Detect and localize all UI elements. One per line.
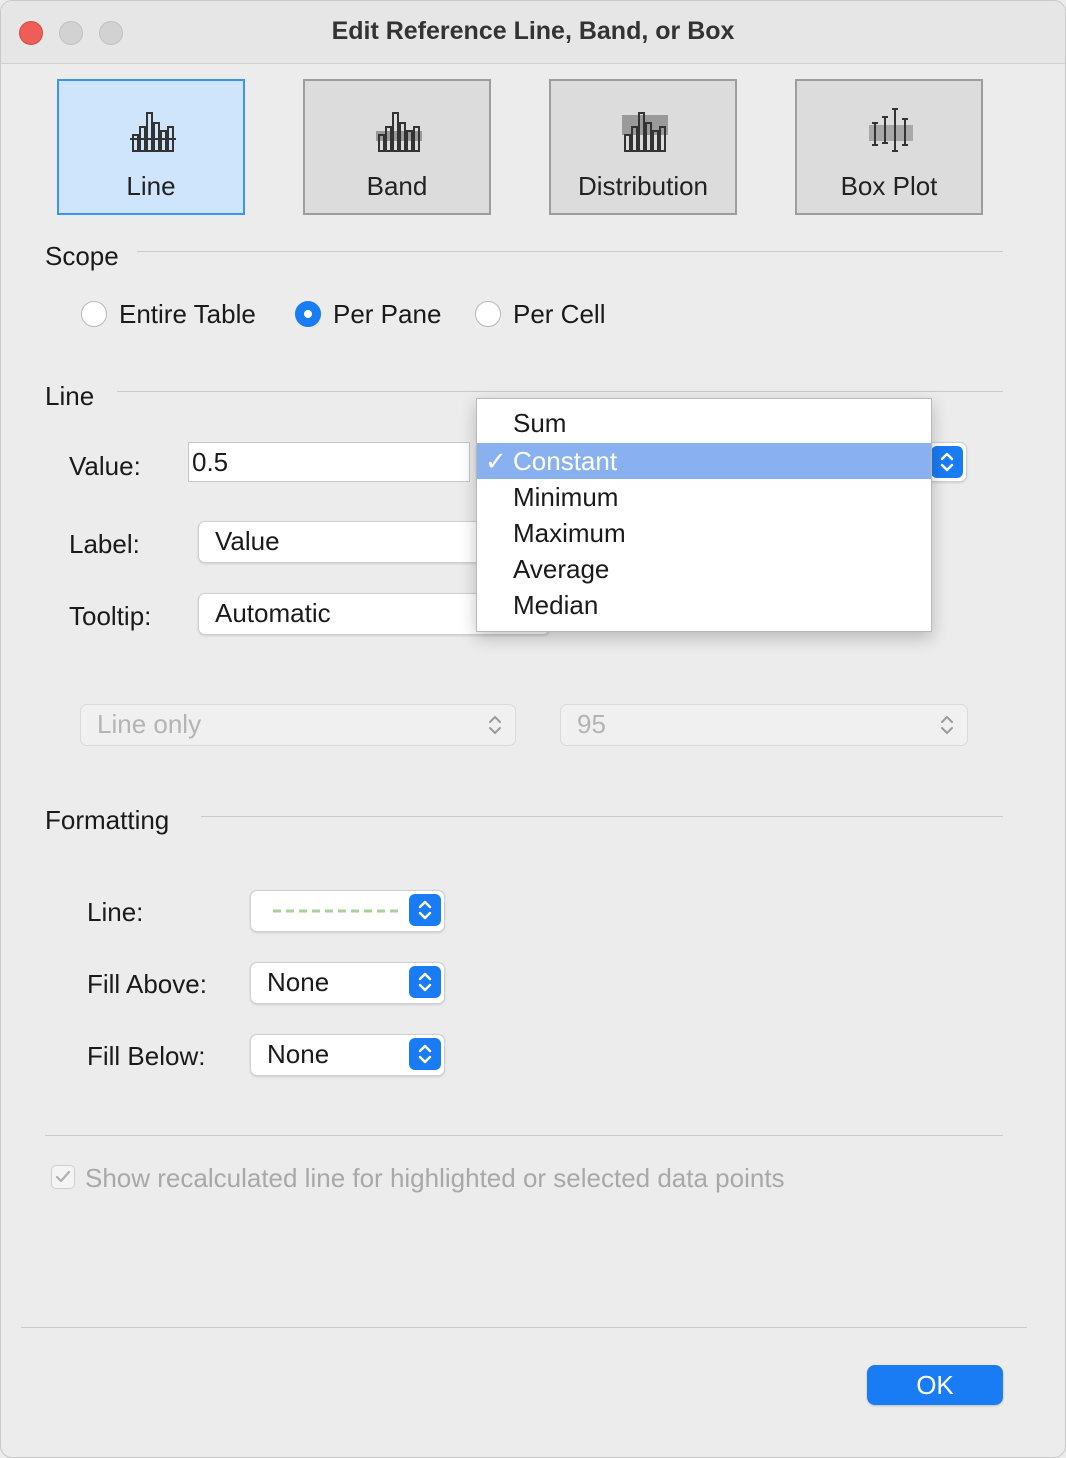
box-plot-icon (869, 108, 913, 152)
fill-above-value: None (267, 967, 330, 997)
type-boxplot-button[interactable]: Box Plot (795, 79, 983, 215)
formatting-divider (201, 816, 1003, 817)
menu-item-constant-label: Constant (513, 446, 618, 476)
type-line-button[interactable]: Line (57, 79, 245, 215)
footer-divider (21, 1327, 1027, 1328)
type-line-label: Line (126, 171, 176, 201)
fill-below-stepper[interactable] (409, 1038, 441, 1070)
chevron-updown-icon (418, 900, 432, 920)
type-distribution-button[interactable]: Distribution (549, 79, 737, 215)
scope-per-pane-label: Per Pane (333, 299, 442, 329)
type-band-button[interactable]: Band (303, 79, 491, 215)
chevron-updown-icon (940, 452, 954, 472)
confidence-level-value: 95 (577, 709, 606, 739)
fill-below-popup[interactable]: None (250, 1034, 445, 1076)
line-divider (117, 391, 1003, 392)
scope-heading: Scope (45, 241, 119, 271)
distribution-chart-icon (622, 112, 668, 152)
fill-below-value: None (267, 1039, 330, 1069)
value-label: Value: (69, 451, 141, 481)
dashed-line-swatch (273, 909, 403, 913)
scope-entire-table-label: Entire Table (119, 299, 256, 329)
menu-item-minimum[interactable]: Minimum (477, 479, 931, 515)
line-chart-icon (130, 112, 176, 152)
chevron-updown-icon (941, 715, 953, 735)
chevron-updown-icon (418, 1044, 432, 1064)
confidence-level-popup: 95 (560, 704, 968, 746)
fill-above-stepper[interactable] (409, 966, 441, 998)
line-style-popup[interactable] (250, 890, 445, 932)
scope-entire-table-radio[interactable] (81, 301, 107, 327)
tooltip-label: Tooltip: (69, 601, 152, 631)
confidence-display-popup: Line only (80, 704, 516, 746)
line-style-stepper[interactable] (409, 894, 441, 926)
menu-item-average[interactable]: Average (477, 551, 931, 587)
menu-item-constant[interactable]: ✓ Constant (477, 443, 931, 479)
aggregation-menu: Sum ✓ Constant Minimum Maximum Average M… (476, 398, 932, 632)
ok-button[interactable]: OK (867, 1365, 1003, 1405)
checkmark-icon (55, 1170, 71, 1183)
format-line-label: Line: (87, 897, 144, 927)
recalc-checkbox[interactable] (51, 1165, 75, 1189)
fill-above-popup[interactable]: None (250, 962, 445, 1004)
scope-per-cell-label: Per Cell (513, 299, 606, 329)
scope-per-pane-radio[interactable] (295, 301, 321, 327)
title-bar: Edit Reference Line, Band, or Box (1, 1, 1065, 64)
scope-divider (137, 251, 1003, 252)
label-label: Label: (69, 529, 140, 559)
type-band-label: Band (366, 171, 428, 201)
line-heading: Line (45, 381, 95, 411)
chevron-updown-icon (418, 972, 432, 992)
checkmark-icon: ✓ (485, 446, 507, 476)
checkbox-divider (45, 1135, 1003, 1136)
dialog-window: Edit Reference Line, Band, or Box Line B… (0, 0, 1066, 1458)
type-distribution-label: Distribution (577, 171, 709, 201)
value-input[interactable]: 0.5 (188, 442, 470, 482)
menu-item-maximum[interactable]: Maximum (477, 515, 931, 551)
band-chart-icon (376, 112, 422, 152)
fill-below-label: Fill Below: (87, 1041, 206, 1071)
fill-above-label: Fill Above: (87, 969, 207, 999)
type-boxplot-label: Box Plot (840, 171, 938, 201)
chevron-updown-icon (489, 715, 501, 735)
scope-per-cell-radio[interactable] (475, 301, 501, 327)
formatting-heading: Formatting (45, 805, 170, 835)
confidence-display-value: Line only (97, 709, 202, 739)
recalc-checkbox-label: Show recalculated line for highlighted o… (85, 1163, 785, 1193)
menu-item-median[interactable]: Median (477, 587, 931, 623)
window-title: Edit Reference Line, Band, or Box (331, 17, 735, 45)
aggregation-stepper[interactable] (931, 446, 963, 478)
menu-item-sum[interactable]: Sum (477, 405, 931, 441)
